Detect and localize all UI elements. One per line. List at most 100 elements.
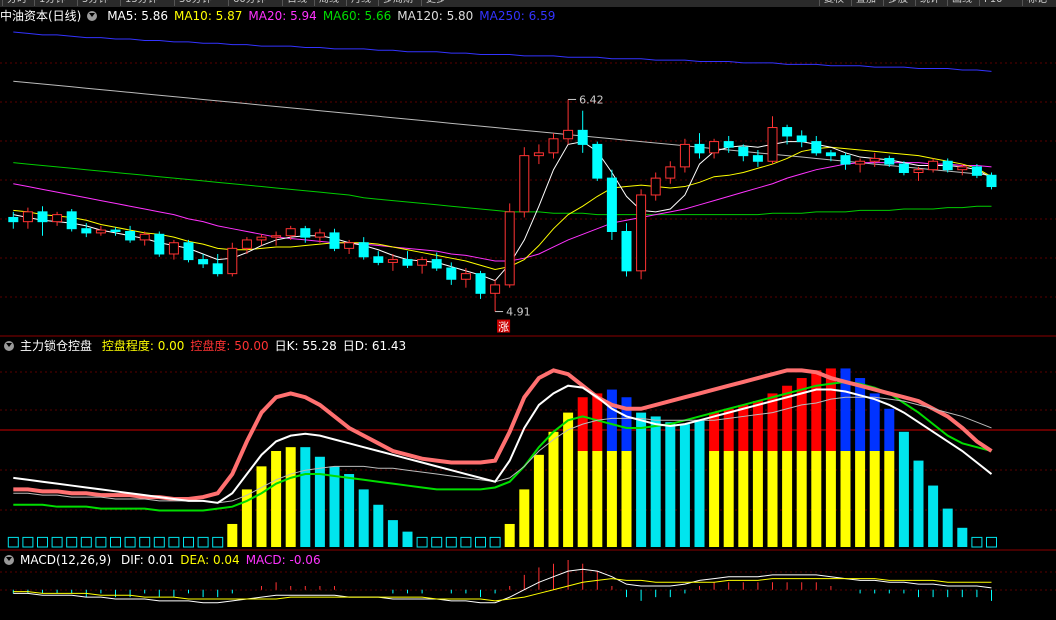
lock-bar-empty — [80, 536, 92, 548]
lock-bar-top — [855, 378, 866, 451]
high-label: 6.42 — [579, 93, 604, 106]
lock-bar-empty — [37, 536, 48, 548]
candle-body — [986, 174, 997, 188]
candle-body — [898, 163, 909, 173]
lock-bar-empty — [66, 536, 78, 548]
candle-body — [22, 211, 33, 223]
lock-bar-base — [752, 451, 763, 547]
lock-bar — [504, 523, 515, 547]
candle-body — [825, 152, 836, 157]
candle-body — [431, 259, 442, 269]
lock-bar — [329, 466, 340, 547]
lock-bar-empty — [51, 536, 63, 548]
candle-body — [446, 267, 457, 280]
signal-marker: 涨 — [498, 321, 509, 334]
candle-body — [606, 177, 617, 232]
candle-body — [884, 157, 895, 165]
lock-bar — [913, 460, 924, 547]
candle-body — [37, 211, 48, 223]
candle-body — [271, 235, 282, 238]
lock-bar — [650, 416, 661, 547]
lock-bar — [548, 431, 559, 547]
candle-body — [855, 160, 866, 165]
lock-bar — [344, 474, 355, 547]
candle-body — [665, 166, 676, 179]
candle-body — [344, 242, 355, 249]
candle-body — [95, 229, 106, 234]
lock-bar-empty — [416, 536, 428, 548]
lock-bar-empty — [460, 536, 472, 548]
lock-bar-empty — [139, 536, 151, 548]
lock-bar-base — [767, 451, 778, 547]
lock-bar — [957, 527, 968, 547]
candle-body — [110, 229, 121, 233]
lock-bar — [300, 447, 311, 547]
candle-body — [738, 146, 749, 157]
lock-bar-top — [752, 401, 763, 451]
candle-body — [723, 141, 734, 148]
candle-body — [314, 232, 325, 238]
candle-body — [767, 127, 778, 162]
lock-bar-empty — [168, 536, 180, 548]
candle-body — [650, 177, 661, 196]
lock-bar-base — [738, 451, 749, 547]
candle-body — [548, 138, 559, 154]
candle-body — [8, 216, 19, 223]
lock-bar — [271, 451, 282, 547]
lock-bar-base — [606, 451, 617, 547]
candle-body — [840, 155, 851, 165]
lock-bar-empty — [110, 536, 121, 548]
candle-body — [504, 211, 515, 286]
lock-bar — [636, 412, 647, 547]
lock-bar-empty — [489, 536, 501, 548]
candle-body — [869, 157, 880, 162]
candle-body — [694, 143, 705, 154]
candle-body — [636, 194, 647, 272]
lock-bar — [942, 508, 953, 547]
candle-body — [913, 169, 924, 173]
candle-body — [387, 259, 398, 263]
lock-bar — [387, 520, 398, 547]
lock-bar-empty — [197, 536, 209, 548]
lock-bar — [928, 485, 939, 547]
candle-body — [752, 155, 763, 162]
candle-body — [490, 284, 501, 294]
candle-body — [285, 228, 296, 237]
lock-bar-empty — [475, 536, 486, 548]
lock-bar-top — [884, 408, 895, 451]
lock-bar-base — [621, 451, 632, 547]
candle-body — [52, 214, 63, 223]
lock-bar — [679, 424, 690, 547]
candle-body — [329, 232, 340, 249]
candle-body — [519, 155, 530, 213]
lock-bar-top — [723, 408, 734, 451]
ma-line-ma250 — [13, 31, 992, 72]
lock-bar — [402, 531, 413, 547]
lock-bar-base — [825, 451, 836, 547]
lock-bar — [314, 456, 325, 547]
lock-bar-empty — [986, 536, 997, 548]
lock-bar-base — [592, 451, 603, 547]
candle-body — [227, 247, 238, 275]
lock-bar-empty — [95, 536, 107, 548]
lock-bar-empty — [22, 536, 34, 548]
lock-bar — [285, 447, 296, 547]
lock-bar-top — [738, 404, 749, 451]
lock-bar-empty — [153, 536, 165, 548]
lock-bar-top — [811, 370, 822, 451]
stock-chart-svg[interactable]: 6.42 4.91 涨 — [0, 0, 1056, 620]
candle-body — [811, 141, 822, 154]
lock-bar-top — [869, 393, 880, 451]
candle-body — [621, 231, 632, 272]
candle-body — [212, 263, 223, 275]
candle-body — [592, 143, 603, 179]
candle-body — [796, 135, 807, 143]
macd-line-dif — [13, 568, 992, 604]
candle-body — [402, 259, 413, 266]
candle-body — [373, 256, 384, 263]
candle-body — [168, 242, 179, 255]
ma-line-ma60 — [13, 162, 992, 216]
lock-bar-base — [840, 451, 851, 547]
lock-bar-base — [577, 451, 588, 547]
lock-bar — [227, 523, 238, 547]
